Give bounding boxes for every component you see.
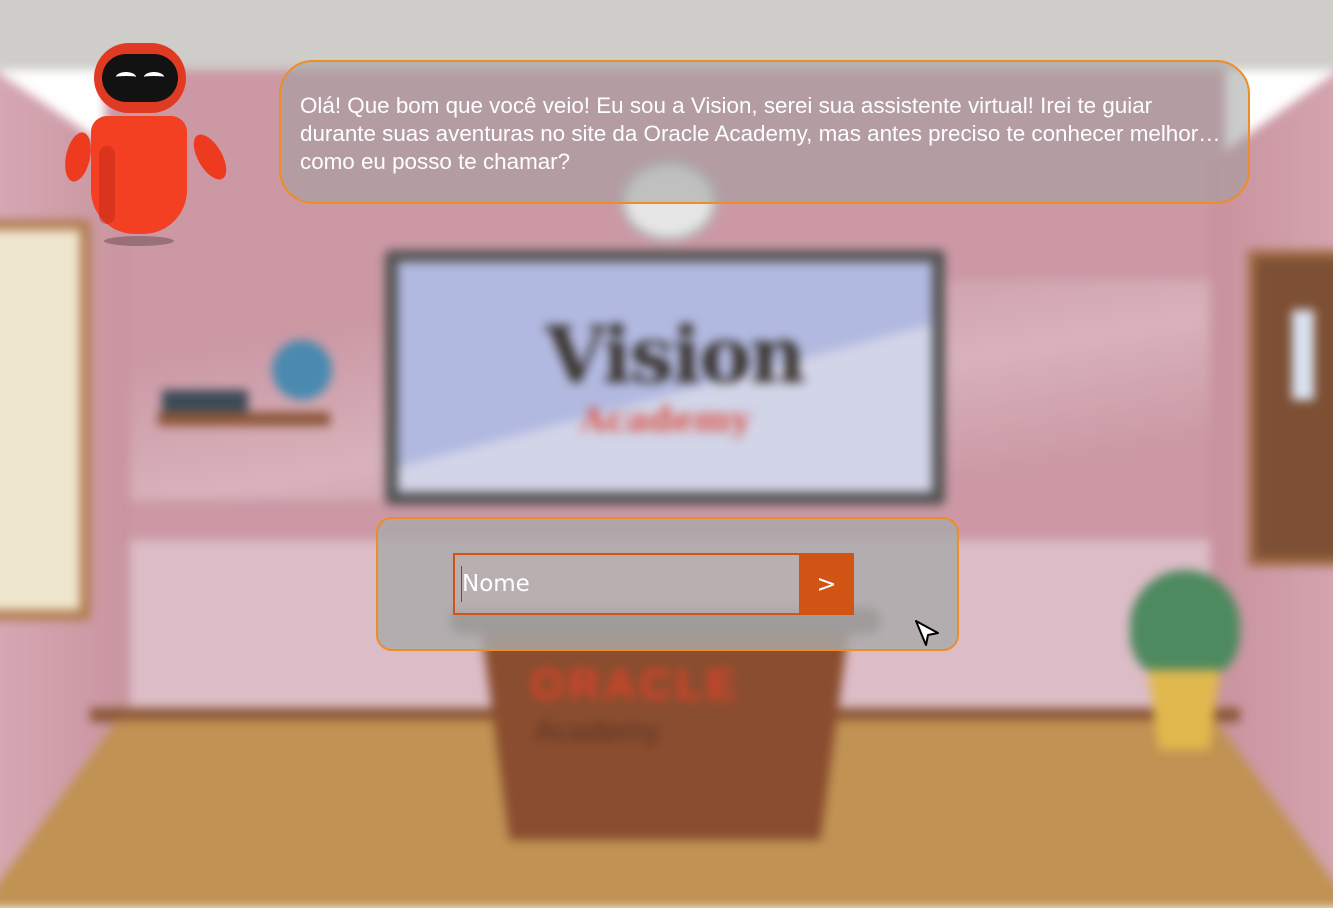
name-form: >: [376, 517, 959, 651]
robot-right-arm: [187, 129, 233, 185]
assistant-message: Olá! Que bom que você veio! Eu sou a Vis…: [300, 93, 1221, 174]
robot-eye-right: [144, 72, 164, 82]
plant-pot: [1148, 670, 1220, 750]
door-window: [1292, 310, 1314, 400]
speech-bubble: Olá! Que bom que você veio! Eu sou a Vis…: [279, 60, 1250, 204]
globe: [272, 340, 332, 400]
books: [162, 390, 248, 414]
robot-face: [102, 54, 178, 102]
desk-logo: ORACLE: [530, 660, 740, 709]
board-logo-sub: Academy: [580, 400, 751, 440]
text-caret: [461, 566, 462, 602]
robot-icon: [61, 40, 233, 250]
name-input[interactable]: [453, 553, 801, 615]
robot-left-arm: [61, 130, 95, 184]
robot-eye-left: [116, 72, 136, 82]
plant: [1130, 570, 1240, 680]
robot-body: [91, 116, 187, 234]
desk-logo-sub: Academy: [535, 715, 661, 748]
robot-body-shade: [99, 146, 115, 224]
shelf: [158, 412, 330, 426]
robot-head: [94, 43, 186, 113]
submit-button[interactable]: >: [799, 553, 854, 615]
door: [1248, 250, 1333, 566]
robot-shadow: [104, 236, 174, 246]
window: [0, 220, 90, 620]
mouse-pointer-icon: [915, 620, 939, 646]
